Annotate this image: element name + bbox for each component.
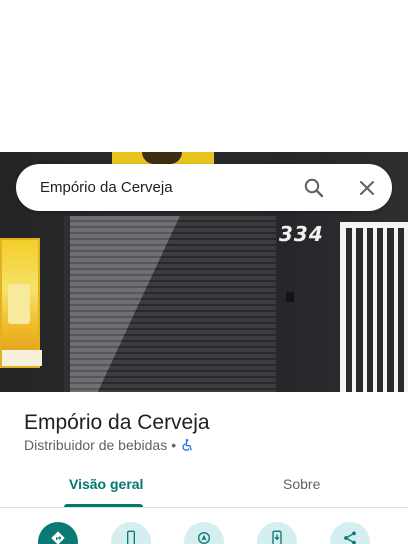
directions-button[interactable] xyxy=(38,522,78,544)
tab-overview[interactable]: Visão geral xyxy=(69,476,143,492)
blank-area xyxy=(0,0,408,152)
beer-poster xyxy=(0,238,42,368)
rolling-shutter xyxy=(64,216,276,392)
metal-gate xyxy=(340,222,408,392)
wheelchair-accessible-icon xyxy=(182,439,192,451)
search-bar[interactable]: Empório da Cerveja xyxy=(16,164,392,211)
wall-box xyxy=(286,292,294,302)
search-input[interactable]: Empório da Cerveja xyxy=(40,179,173,196)
place-subtitle: Distribuidor de bebidas • xyxy=(24,437,194,453)
action-buttons xyxy=(0,522,408,544)
storefront-sign xyxy=(112,152,214,164)
save-to-phone-icon xyxy=(272,530,282,544)
separator: • xyxy=(171,437,177,453)
share-button[interactable] xyxy=(330,522,370,544)
tab-bar: Visão geral Sobre xyxy=(0,466,408,508)
tab-indicator xyxy=(64,504,143,507)
start-button[interactable] xyxy=(184,522,224,544)
search-icon[interactable] xyxy=(302,176,326,200)
place-category: Distribuidor de bebidas xyxy=(24,437,168,453)
place-title: Empório da Cerveja xyxy=(24,411,210,434)
street-number: 334 xyxy=(279,222,324,246)
tab-about[interactable]: Sobre xyxy=(283,476,320,492)
directions-icon xyxy=(51,531,65,544)
share-icon xyxy=(344,531,356,544)
close-icon[interactable] xyxy=(355,176,379,200)
start-navigation-icon xyxy=(198,532,210,544)
call-button[interactable] xyxy=(111,522,151,544)
send-to-phone-button[interactable] xyxy=(257,522,297,544)
phone-icon xyxy=(127,530,135,544)
